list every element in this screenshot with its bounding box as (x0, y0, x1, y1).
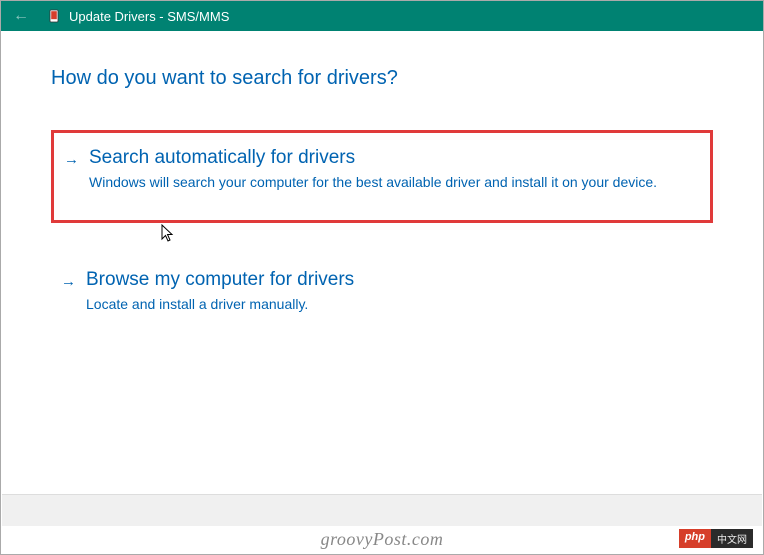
arrow-right-icon: → (64, 151, 79, 168)
titlebar: ← Update Drivers - SMS/MMS (1, 1, 763, 31)
window-title: Update Drivers - SMS/MMS (69, 9, 229, 24)
watermark: groovyPost.com (1, 529, 763, 550)
option-title: Search automatically for drivers (89, 147, 700, 169)
badge-left: php (679, 529, 711, 548)
arrow-right-icon: → (61, 273, 76, 290)
page-heading: How do you want to search for drivers? (51, 67, 713, 90)
option-desc: Locate and install a driver manually. (86, 295, 703, 314)
option-desc: Windows will search your computer for th… (89, 173, 700, 192)
php-badge: php 中文网 (679, 529, 753, 548)
badge-right: 中文网 (711, 529, 753, 548)
option-title: Browse my computer for drivers (86, 269, 703, 291)
option-search-automatically[interactable]: → Search automatically for drivers Windo… (51, 130, 713, 223)
content-area: How do you want to search for drivers? →… (1, 31, 763, 336)
back-icon[interactable]: ← (9, 7, 33, 25)
option-browse-computer[interactable]: → Browse my computer for drivers Locate … (51, 255, 713, 336)
device-icon (47, 9, 61, 23)
footer-bar (2, 494, 762, 526)
